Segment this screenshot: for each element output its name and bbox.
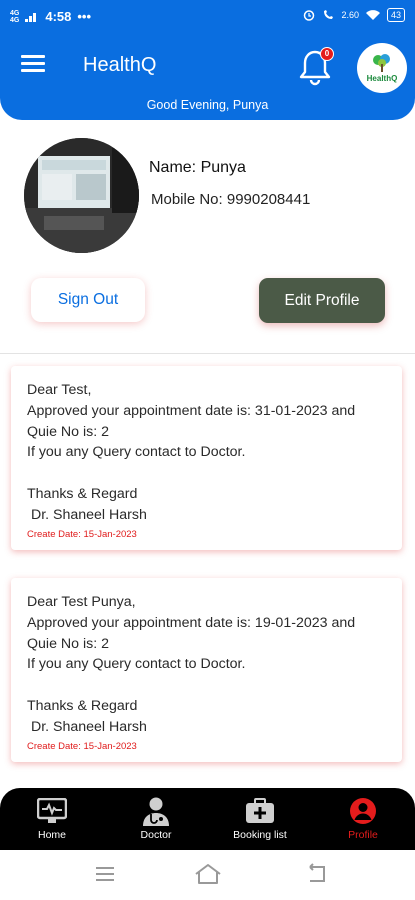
healthq-logo[interactable]: HealthQ	[357, 43, 407, 93]
message-date: Create Date: 15-Jan-2023	[27, 740, 137, 752]
system-navigation-bar	[0, 850, 415, 900]
user-circle-icon	[350, 798, 376, 824]
message-date: Create Date: 15-Jan-2023	[27, 528, 137, 540]
message-doctor: Dr. Shaneel Harsh	[27, 718, 147, 735]
message-card: Dear Test, Approved your appointment dat…	[11, 366, 402, 550]
nav-doctor-label: Doctor	[140, 829, 172, 841]
signal-icon	[25, 13, 37, 22]
profile-name: Name: Punya	[149, 159, 246, 176]
message-line: If you any Query contact to Doctor.	[27, 444, 246, 461]
nav-home-label: Home	[37, 829, 66, 841]
edit-profile-button[interactable]: Edit Profile	[259, 278, 385, 323]
message-signoff: Thanks & Regard	[27, 697, 138, 714]
monitor-heart-icon	[37, 798, 67, 823]
nav-booking-list[interactable]: Booking list	[215, 788, 305, 850]
data-speed: 2.60	[341, 10, 359, 20]
message-doctor: Dr. Shaneel Harsh	[27, 506, 147, 523]
app-title: HealthQ	[83, 54, 157, 76]
notification-badge: 0	[320, 47, 334, 61]
nav-booking-label: Booking list	[233, 829, 287, 841]
avatar[interactable]	[24, 138, 139, 253]
nav-doctor[interactable]: Doctor	[111, 788, 201, 850]
profile-photo	[24, 138, 139, 253]
notification-button[interactable]: 0	[296, 47, 336, 87]
alarm-icon	[304, 10, 315, 21]
doctor-icon	[143, 797, 169, 826]
sign-out-button[interactable]: Sign Out	[31, 278, 145, 322]
more-status-icon: •••	[77, 9, 92, 24]
status-bar: 4G 4G 4:58 ••• 2.60 43	[0, 0, 415, 34]
wifi-icon	[365, 9, 380, 20]
message-line: Approved your appointment date is: 31-01…	[27, 402, 356, 419]
logo-text: HealthQ	[366, 74, 398, 83]
bottom-navigation: Home Doctor Booking list Profile	[0, 788, 415, 850]
profile-mobile: Mobile No: 9990208441	[151, 191, 311, 208]
recent-apps-icon[interactable]	[92, 863, 120, 887]
app-header: 4G 4G 4:58 ••• 2.60 43 HealthQ 0 HealthQ…	[0, 0, 415, 120]
message-line: Quie No is: 2	[27, 635, 110, 652]
message-greeting: Dear Test,	[27, 382, 92, 398]
message-line: If you any Query contact to Doctor.	[27, 656, 246, 673]
message-line: Approved your appointment date is: 19-01…	[27, 614, 356, 631]
status-time: 4:58	[45, 9, 72, 24]
nav-profile-label: Profile	[348, 829, 378, 841]
message-line: Quie No is: 2	[27, 423, 110, 440]
medical-kit-icon	[246, 798, 274, 823]
nav-profile[interactable]: Profile	[318, 788, 408, 850]
battery-indicator: 43	[386, 8, 405, 22]
divider	[0, 353, 415, 354]
message-card: Dear Test Punya, Approved your appointme…	[11, 578, 402, 762]
tree-logo-icon	[373, 54, 390, 72]
message-greeting: Dear Test Punya,	[27, 594, 136, 610]
nav-home[interactable]: Home	[7, 788, 97, 850]
hamburger-menu-icon[interactable]	[21, 55, 45, 75]
back-system-icon[interactable]	[304, 863, 332, 887]
greeting-text: Good Evening, Punya	[146, 98, 269, 112]
network-indicator: 4G 4G	[10, 9, 20, 24]
message-signoff: Thanks & Regard	[27, 485, 138, 502]
home-system-icon[interactable]	[194, 863, 222, 887]
wifi-calling-icon	[324, 10, 334, 19]
